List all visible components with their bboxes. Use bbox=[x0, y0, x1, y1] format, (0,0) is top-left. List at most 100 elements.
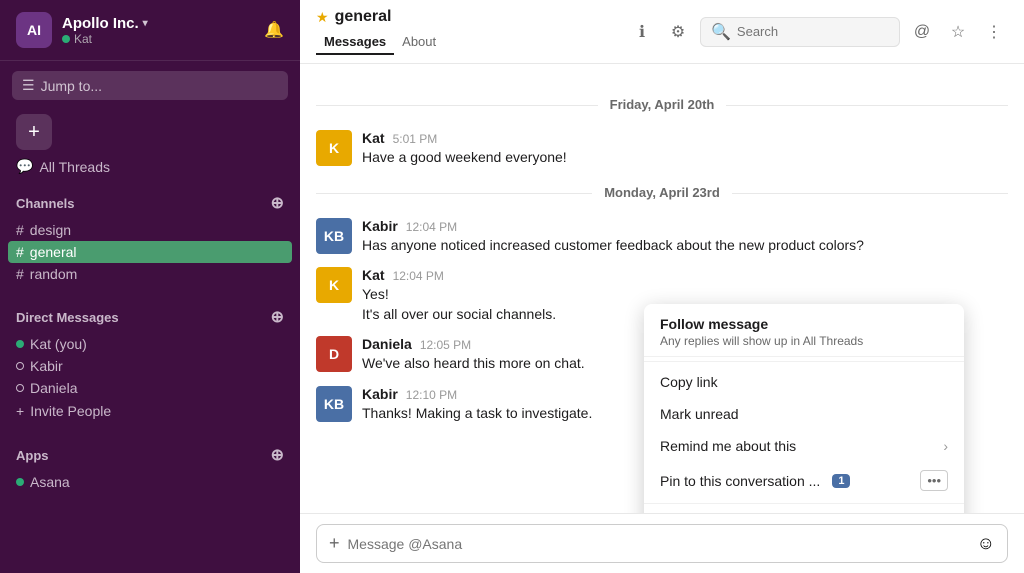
add-app-icon[interactable]: ⊕ bbox=[271, 445, 284, 465]
plus-icon: + bbox=[16, 403, 24, 419]
channel-item-random[interactable]: # random bbox=[0, 263, 300, 285]
more-icon[interactable]: ⋮ bbox=[980, 18, 1008, 46]
channel-item-general[interactable]: # general bbox=[8, 241, 292, 263]
add-channel-icon[interactable]: ⊕ bbox=[271, 193, 284, 213]
message-input[interactable] bbox=[348, 536, 969, 552]
follow-message-title: Follow message bbox=[660, 316, 948, 332]
chevron-icon: ▾ bbox=[143, 18, 148, 29]
dm-item-kat[interactable]: Kat (you) bbox=[0, 333, 300, 355]
context-menu-copy-link[interactable]: Copy link bbox=[644, 366, 964, 398]
workspace-name[interactable]: Apollo Inc. ▾ bbox=[62, 15, 148, 32]
divider bbox=[644, 361, 964, 362]
search-icon: 🔍 bbox=[711, 22, 731, 42]
app-online-dot-icon bbox=[16, 478, 24, 486]
add-dm-icon[interactable]: ⊕ bbox=[271, 307, 284, 327]
message-header: Kat 5:01 PM bbox=[362, 130, 1008, 146]
new-item-row: + bbox=[0, 110, 300, 154]
message-content: Kabir 12:04 PM Has anyone noticed increa… bbox=[362, 218, 1008, 256]
jump-to-button[interactable]: ☰ Jump to... bbox=[12, 71, 288, 100]
date-divider-1: Friday, April 20th bbox=[316, 96, 1008, 114]
avatar: K bbox=[316, 130, 352, 166]
date-divider-2: Monday, April 23rd bbox=[316, 184, 1008, 202]
context-menu-mark-unread[interactable]: Mark unread bbox=[644, 398, 964, 430]
star-icon[interactable]: ★ bbox=[316, 9, 329, 26]
at-icon[interactable]: @ bbox=[908, 18, 936, 46]
context-menu-asana-comment[interactable]: ⬡ Add as task comment ... Asana bbox=[644, 508, 964, 513]
header-actions: ℹ ⚙ 🔍 @ ☆ ⋮ bbox=[628, 17, 1008, 47]
tab-messages[interactable]: Messages bbox=[316, 30, 394, 55]
follow-message-subtitle: Any replies will show up in All Threads bbox=[660, 334, 948, 348]
message-author: Kat bbox=[362, 267, 385, 283]
app-item-asana[interactable]: Asana bbox=[0, 471, 300, 493]
message-item: K Kat 5:01 PM Have a good weekend everyo… bbox=[316, 130, 1008, 168]
channel-title: ★ general bbox=[316, 8, 444, 26]
channels-header: Channels ⊕ bbox=[0, 187, 300, 219]
pin-badge: 1 bbox=[832, 474, 850, 488]
dm-item-kabir[interactable]: Kabir bbox=[0, 355, 300, 377]
hash-icon: # bbox=[16, 266, 24, 282]
add-attachment-icon[interactable]: + bbox=[329, 533, 340, 554]
arrow-icon: › bbox=[943, 438, 948, 454]
sidebar-header: AI Apollo Inc. ▾ Kat 🔔 bbox=[0, 0, 300, 61]
more-dots-button[interactable]: ••• bbox=[920, 470, 948, 491]
avatar: D bbox=[316, 336, 352, 372]
invite-people-button[interactable]: + Invite People bbox=[0, 399, 300, 423]
avatar: KB bbox=[316, 386, 352, 422]
message-author: Kabir bbox=[362, 218, 398, 234]
channel-tabs: Messages About bbox=[316, 30, 444, 55]
sidebar: AI Apollo Inc. ▾ Kat 🔔 ☰ Jump to... + 💬 … bbox=[0, 0, 300, 573]
workspace-left: AI Apollo Inc. ▾ Kat bbox=[16, 12, 148, 48]
gear-icon[interactable]: ⚙ bbox=[664, 18, 692, 46]
hash-icon: # bbox=[16, 222, 24, 238]
message-time: 12:04 PM bbox=[406, 220, 457, 234]
workspace-icon[interactable]: AI bbox=[16, 12, 52, 48]
divider bbox=[644, 503, 964, 504]
message-item: KB Kabir 12:04 PM Has anyone noticed inc… bbox=[316, 218, 1008, 256]
offline-dot-icon bbox=[16, 362, 24, 370]
jump-to-icon: ☰ bbox=[22, 77, 35, 94]
dm-section: Direct Messages ⊕ Kat (you) Kabir Daniel… bbox=[0, 293, 300, 431]
bell-icon[interactable]: 🔔 bbox=[264, 20, 284, 40]
context-menu-pin[interactable]: Pin to this conversation ... 1 ••• bbox=[644, 462, 964, 499]
channel-item-design[interactable]: # design bbox=[0, 219, 300, 241]
threads-icon: 💬 bbox=[16, 158, 33, 175]
channels-section: Channels ⊕ # design # general # random bbox=[0, 179, 300, 293]
online-dot-icon bbox=[16, 340, 24, 348]
message-time: 12:10 PM bbox=[406, 388, 457, 402]
avatar: KB bbox=[316, 218, 352, 254]
emoji-icon[interactable]: ☺ bbox=[977, 533, 995, 554]
dm-item-daniela[interactable]: Daniela bbox=[0, 377, 300, 399]
message-time: 12:04 PM bbox=[393, 269, 444, 283]
main-content: ★ general Messages About ℹ ⚙ 🔍 @ ☆ ⋮ Fri… bbox=[300, 0, 1024, 573]
message-input-area: + ☺ bbox=[300, 513, 1024, 573]
message-author: Kabir bbox=[362, 386, 398, 402]
message-header: Kat 12:04 PM bbox=[362, 267, 1008, 283]
message-content: Kat 5:01 PM Have a good weekend everyone… bbox=[362, 130, 1008, 168]
message-header: Kabir 12:04 PM bbox=[362, 218, 1008, 234]
context-menu-remind[interactable]: Remind me about this › bbox=[644, 430, 964, 462]
message-author: Daniela bbox=[362, 336, 412, 352]
info-icon[interactable]: ℹ bbox=[628, 18, 656, 46]
offline-dot-icon bbox=[16, 384, 24, 392]
star-header-icon[interactable]: ☆ bbox=[944, 18, 972, 46]
channel-title-area: ★ general Messages About bbox=[316, 8, 444, 55]
message-text: Have a good weekend everyone! bbox=[362, 148, 1008, 168]
avatar: K bbox=[316, 267, 352, 303]
apps-section: Apps ⊕ Asana bbox=[0, 431, 300, 501]
message-text: Has anyone noticed increased customer fe… bbox=[362, 236, 1008, 256]
workspace-info: Apollo Inc. ▾ Kat bbox=[62, 15, 148, 46]
user-status: Kat bbox=[62, 32, 148, 46]
add-button[interactable]: + bbox=[16, 114, 52, 150]
search-input[interactable] bbox=[737, 24, 889, 39]
messages-area: Friday, April 20th K Kat 5:01 PM Have a … bbox=[300, 64, 1024, 513]
hash-icon: # bbox=[16, 244, 24, 260]
message-input-box: + ☺ bbox=[316, 524, 1008, 563]
search-bar[interactable]: 🔍 bbox=[700, 17, 900, 47]
dm-header: Direct Messages ⊕ bbox=[0, 301, 300, 333]
tab-about[interactable]: About bbox=[394, 30, 444, 55]
channel-header: ★ general Messages About ℹ ⚙ 🔍 @ ☆ ⋮ bbox=[300, 0, 1024, 64]
apps-header: Apps ⊕ bbox=[0, 439, 300, 471]
context-menu-header: Follow message Any replies will show up … bbox=[644, 304, 964, 357]
sidebar-item-all-threads[interactable]: 💬 All Threads bbox=[0, 154, 300, 179]
status-dot-icon bbox=[62, 35, 70, 43]
